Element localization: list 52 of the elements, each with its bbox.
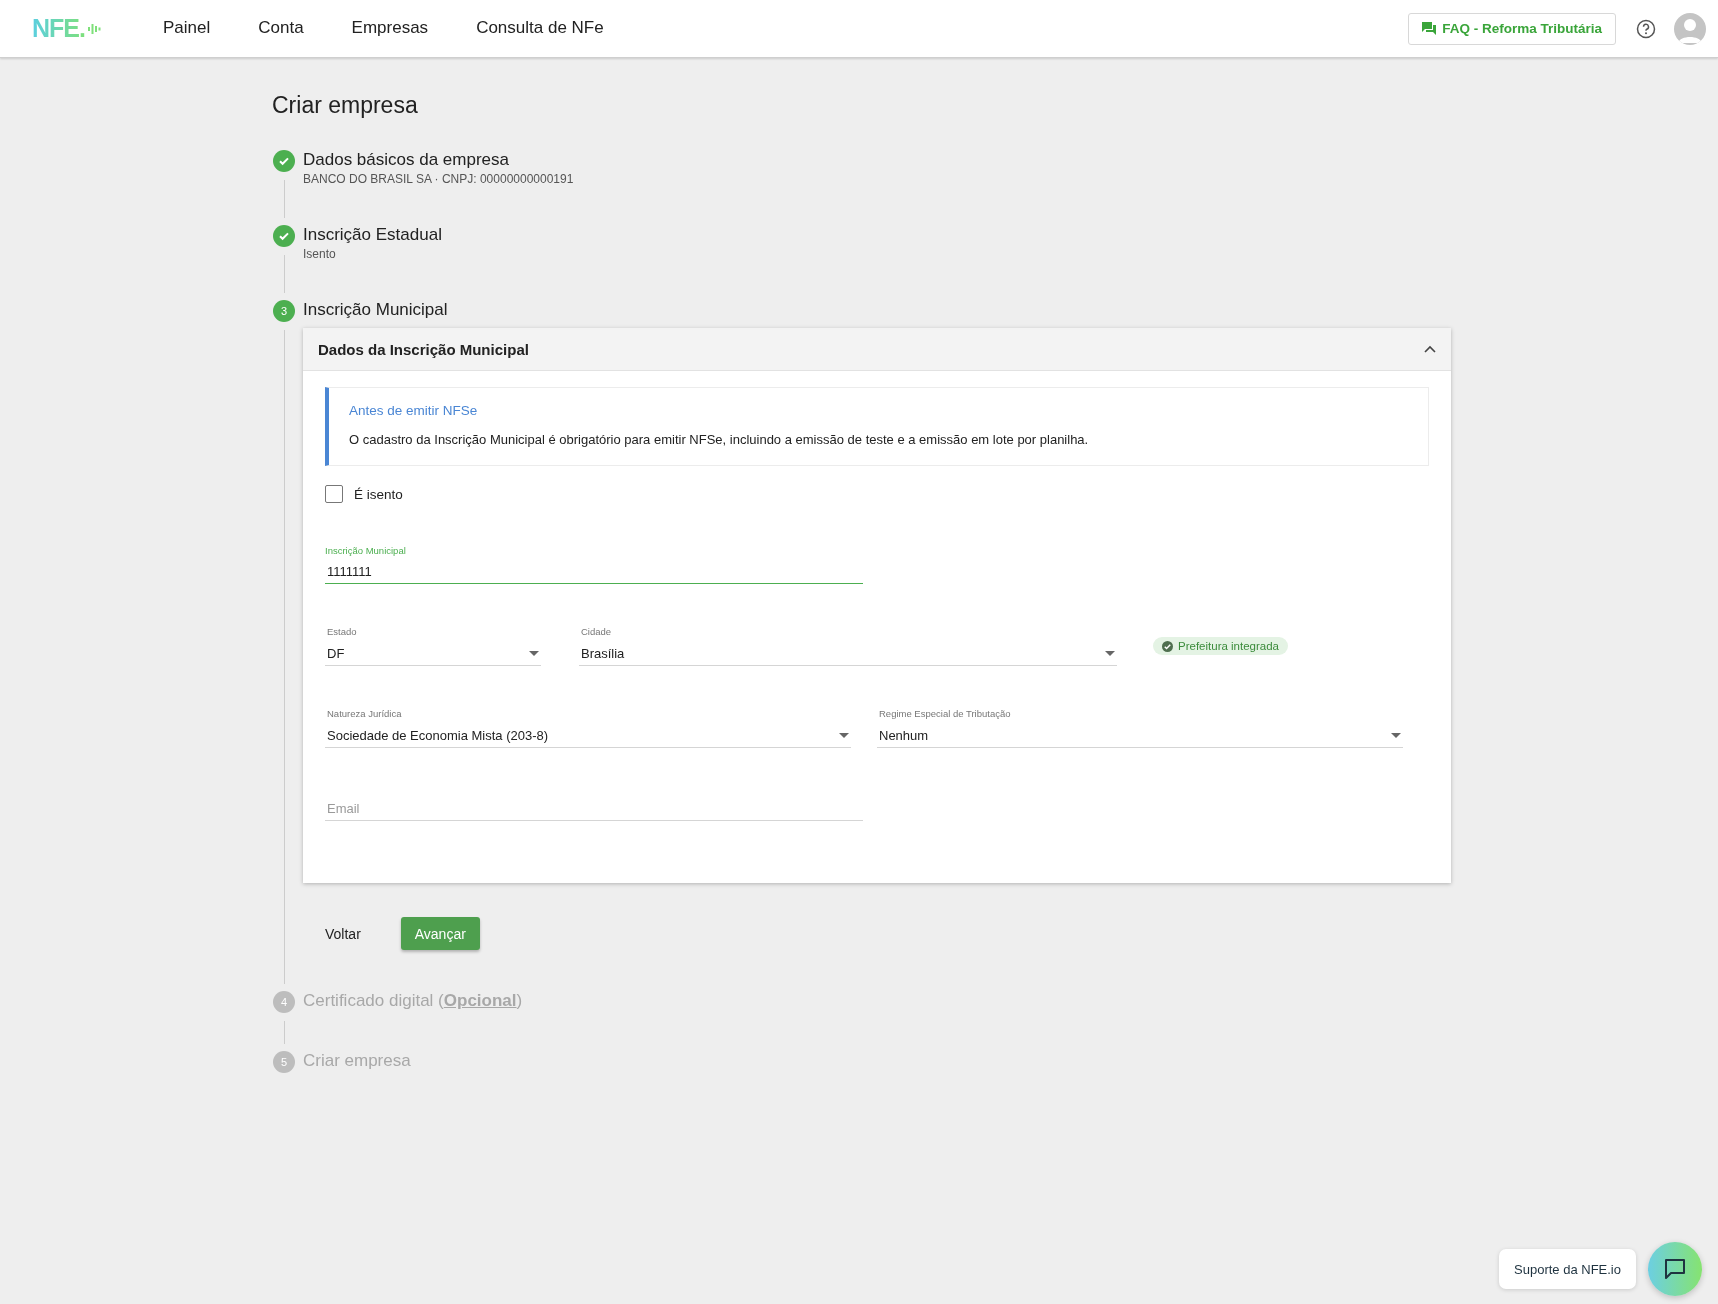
select-value: DF	[327, 645, 345, 661]
back-button[interactable]: Voltar	[325, 919, 361, 948]
chat-button[interactable]	[1648, 1242, 1702, 1296]
step-subtitle: Isento	[303, 247, 337, 261]
text-input-field[interactable]: Email	[325, 799, 863, 821]
nav-link[interactable]: Conta	[258, 11, 304, 46]
select-field[interactable]: Regime Especial de Tributação Nenhum	[877, 708, 1403, 748]
dropdown-caret-icon	[1105, 650, 1115, 656]
field-label: Inscrição Municipal	[325, 544, 407, 556]
page-title: Criar empresa	[272, 92, 419, 119]
field-label: Cidade	[581, 626, 613, 637]
step-title: Inscrição Municipal	[303, 299, 449, 321]
support-label[interactable]: Suporte da NFE.io	[1499, 1249, 1636, 1289]
sound-wave-icon	[86, 21, 101, 36]
select-field[interactable]: Cidade Brasília	[579, 626, 1117, 666]
select-value: Nenhum	[879, 727, 929, 743]
select-field[interactable]: Estado DF	[325, 626, 541, 666]
checkbox-label: É isento	[354, 486, 403, 502]
text-input-field[interactable]: 1111111	[325, 561, 863, 584]
chat-bubbles-icon	[1422, 22, 1437, 35]
step-subtitle: BANCO DO BRASIL SA · CNPJ: 00000000000191	[303, 172, 575, 186]
notice-text: O cadastro da Inscrição Municipal é obrigatório para emitir NFSe, incluindo a emissão de teste e a emissão em lote por planilha.	[349, 432, 1090, 447]
status-badge: Prefeitura integrada	[1153, 637, 1288, 655]
panel-header[interactable]: Dados da Inscrição Municipal	[303, 328, 1451, 371]
field-label: Natureza Jurídica	[327, 708, 403, 719]
field-label: Estado	[327, 626, 358, 637]
check-icon	[278, 230, 290, 242]
nav-link[interactable]: Empresas	[351, 11, 429, 46]
step-title: Dados básicos da empresa	[303, 149, 510, 171]
check-circle-icon	[1162, 640, 1173, 652]
dropdown-caret-icon	[529, 650, 539, 656]
chevron-up-icon[interactable]	[1424, 345, 1436, 353]
step-title: Criar empresa	[303, 1050, 412, 1072]
step-number: 4	[273, 991, 295, 1013]
notice-title: Antes de emitir NFSe	[349, 403, 479, 418]
select-value: Sociedade de Economia Mista (203-8)	[327, 727, 549, 743]
field-label: Regime Especial de Tributação	[879, 708, 1012, 719]
help-icon[interactable]	[1636, 18, 1656, 39]
nav-link[interactable]: Painel	[162, 11, 211, 46]
dropdown-caret-icon	[1391, 732, 1401, 738]
step-title: Certificado digital (Opcional)	[303, 990, 524, 1012]
step-number: 5	[273, 1051, 295, 1073]
chat-icon	[1663, 1257, 1687, 1281]
nav-link[interactable]: Consulta de NFe	[476, 11, 604, 46]
panel-title: Dados da Inscrição Municipal	[318, 340, 529, 358]
select-value: Brasília	[581, 645, 625, 661]
dropdown-caret-icon	[839, 732, 849, 738]
select-field[interactable]: Natureza Jurídica Sociedade de Economia Mista (203-8)	[325, 708, 851, 748]
check-icon	[278, 155, 290, 167]
step-title: Inscrição Estadual	[303, 224, 443, 246]
step-number: 3	[273, 300, 295, 322]
checkbox[interactable]	[325, 485, 343, 503]
